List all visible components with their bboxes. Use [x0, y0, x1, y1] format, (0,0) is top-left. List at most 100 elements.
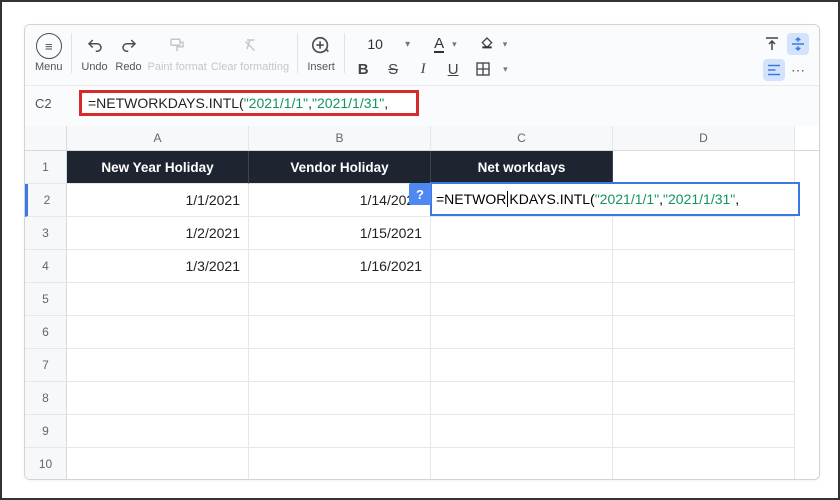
row-header[interactable]: 8 [25, 382, 67, 415]
cell[interactable] [613, 316, 795, 349]
cell[interactable] [67, 283, 249, 316]
insert-icon [306, 33, 336, 59]
column-header[interactable]: C [431, 126, 613, 150]
formula-arg: "2021/1/31" [312, 95, 384, 111]
header-cell[interactable]: Net workdays [431, 151, 613, 184]
cell[interactable] [613, 283, 795, 316]
cell[interactable] [249, 283, 431, 316]
cell[interactable] [431, 349, 613, 382]
more-options-icon[interactable]: ⋯ [791, 62, 806, 79]
editor-text: , [735, 191, 739, 207]
header-cell[interactable]: New Year Holiday [67, 151, 249, 184]
header-cell[interactable]: Vendor Holiday [249, 151, 431, 184]
chevron-down-icon[interactable]: ▾ [503, 39, 508, 50]
chevron-down-icon[interactable]: ▾ [452, 39, 457, 50]
strikethrough-button[interactable]: S [383, 59, 403, 79]
row-header[interactable]: 7 [25, 349, 67, 382]
row-header[interactable]: 3 [25, 217, 67, 250]
cell[interactable] [67, 349, 249, 382]
font-style-group: 10 ▾ A ▾ ▾ B S I U ▾ [353, 33, 508, 79]
separator [297, 33, 298, 73]
clear-formatting-icon [235, 33, 265, 59]
formula-text: , [384, 95, 388, 111]
chevron-down-icon[interactable]: ▾ [405, 39, 410, 50]
insert-button[interactable]: Insert [306, 33, 336, 73]
insert-label: Insert [307, 61, 335, 73]
row-header[interactable]: 10 [25, 448, 67, 480]
text-color-button[interactable]: A [434, 36, 444, 53]
formula-help-badge[interactable]: ? [409, 183, 431, 205]
cell[interactable]: 1/15/2021 [249, 217, 431, 250]
undo-icon [80, 33, 110, 59]
undo-label: Undo [81, 61, 107, 73]
cell[interactable] [613, 217, 795, 250]
cell[interactable] [249, 316, 431, 349]
row-header[interactable]: 5 [25, 283, 67, 316]
cell[interactable] [613, 415, 795, 448]
row-header[interactable]: 2 [25, 184, 67, 217]
menu-label: Menu [35, 61, 63, 73]
font-size-input[interactable]: 10 [353, 33, 397, 55]
fill-color-button[interactable] [479, 36, 495, 52]
column-header[interactable]: B [249, 126, 431, 150]
cell[interactable] [249, 415, 431, 448]
cell[interactable] [67, 415, 249, 448]
menu-button[interactable]: ≡ Menu [35, 33, 63, 73]
cell[interactable]: 1/1/2021 [67, 184, 249, 217]
underline-button[interactable]: U [443, 59, 463, 79]
column-header[interactable]: A [67, 126, 249, 150]
chevron-down-icon[interactable]: ▾ [503, 64, 508, 75]
cell[interactable] [249, 382, 431, 415]
redo-label: Redo [115, 61, 141, 73]
cell[interactable] [613, 151, 795, 184]
cell-editor[interactable]: =NETWORKDAYS.INTL("2021/1/1","2021/1/31"… [430, 182, 800, 216]
cell[interactable] [431, 382, 613, 415]
align-top-button[interactable] [763, 35, 781, 53]
formula-input[interactable]: =NETWORKDAYS.INTL("2021/1/1","2021/1/31"… [79, 90, 419, 116]
cell[interactable] [613, 250, 795, 283]
cell[interactable] [249, 349, 431, 382]
row-header[interactable]: 6 [25, 316, 67, 349]
italic-button[interactable]: I [413, 59, 433, 79]
align-middle-button[interactable] [787, 33, 809, 55]
bold-button[interactable]: B [353, 59, 373, 79]
borders-button[interactable] [473, 59, 493, 79]
cell[interactable] [67, 382, 249, 415]
cell[interactable] [431, 448, 613, 480]
cell[interactable] [431, 250, 613, 283]
editor-text: =NETWOR [436, 191, 506, 207]
cell[interactable] [613, 382, 795, 415]
row-header[interactable]: 9 [25, 415, 67, 448]
column-headers: A B C D [25, 126, 819, 151]
cell[interactable] [431, 283, 613, 316]
clear-formatting-label: Clear formatting [211, 61, 289, 73]
formula-text: =NETWORKDAYS.INTL( [88, 95, 244, 111]
row-header[interactable]: 1 [25, 151, 67, 184]
menu-icon: ≡ [36, 33, 62, 59]
cell-reference[interactable]: C2 [35, 96, 73, 111]
clear-formatting-button[interactable]: Clear formatting [211, 33, 289, 73]
cell[interactable] [613, 349, 795, 382]
corner-cell[interactable] [25, 126, 67, 150]
cell[interactable]: 1/2/2021 [67, 217, 249, 250]
cell[interactable] [431, 316, 613, 349]
cell[interactable]: 1/3/2021 [67, 250, 249, 283]
column-header[interactable]: D [613, 126, 795, 150]
cell[interactable] [431, 217, 613, 250]
spreadsheet-app: ≡ Menu Undo Redo Paint format Cle [24, 24, 820, 480]
cell[interactable] [431, 415, 613, 448]
cell[interactable] [249, 448, 431, 480]
cell[interactable]: 1/14/2021 [249, 184, 431, 217]
undo-button[interactable]: Undo [80, 33, 110, 73]
paint-format-icon [162, 33, 192, 59]
row-header[interactable]: 4 [25, 250, 67, 283]
paint-format-button[interactable]: Paint format [148, 33, 207, 73]
formula-bar: C2 =NETWORKDAYS.INTL("2021/1/1","2021/1/… [25, 86, 819, 126]
redo-button[interactable]: Redo [114, 33, 144, 73]
cell[interactable] [67, 316, 249, 349]
cell[interactable] [613, 448, 795, 480]
cell[interactable] [67, 448, 249, 480]
align-group: ⋯ [763, 33, 809, 81]
align-left-button[interactable] [763, 59, 785, 81]
cell[interactable]: 1/16/2021 [249, 250, 431, 283]
